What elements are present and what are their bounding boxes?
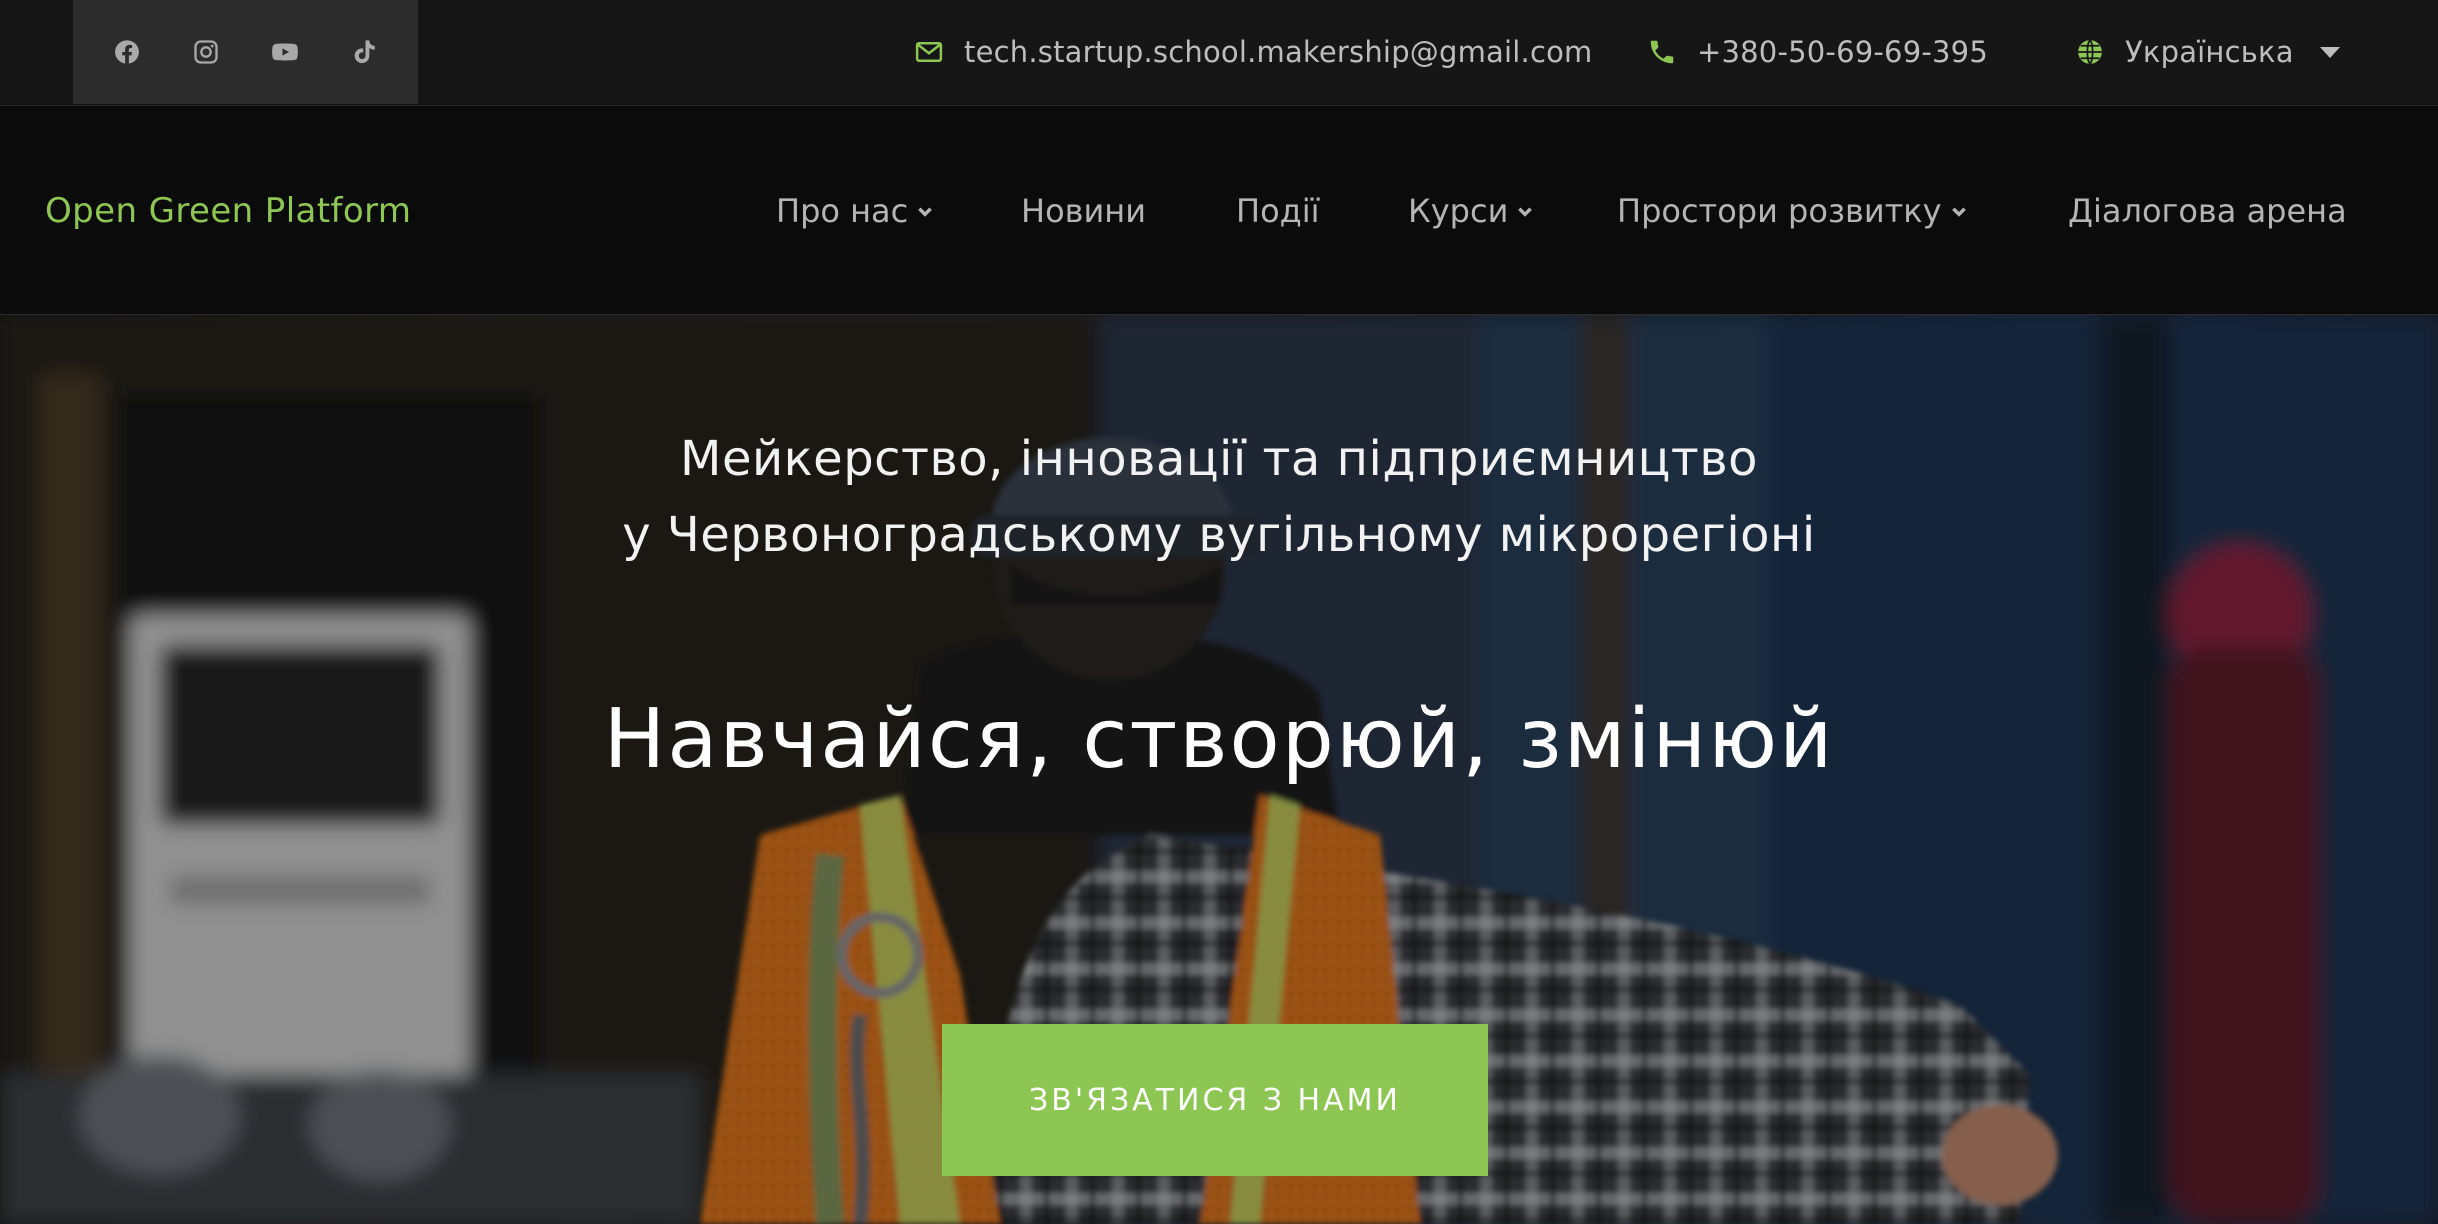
nav-item-about[interactable]: Про нас: [776, 106, 934, 315]
contact-email[interactable]: tech.startup.school.makership@gmail.com: [914, 0, 1593, 104]
chevron-down-icon: [918, 207, 933, 217]
contact-us-button[interactable]: ЗВ'ЯЗАТИСЯ З НАМИ: [942, 1024, 1488, 1176]
nav-item-label: Діалогова арена: [2068, 191, 2347, 230]
nav-item-label: Новини: [1021, 191, 1147, 230]
social-links: [73, 0, 418, 104]
page: tech.startup.school.makership@gmail.com …: [0, 0, 2438, 1224]
nav-item-label: Курси: [1408, 191, 1509, 230]
hero-subtitle-line-1: Мейкерство, інновації та підприємництво: [680, 431, 1758, 487]
chevron-down-icon: [1951, 207, 1966, 217]
hero-title: Навчайся, створюй, змінюй: [603, 692, 1835, 787]
nav-item-courses[interactable]: Курси: [1408, 106, 1534, 315]
contact-phone[interactable]: +380-50-69-69-395: [1647, 0, 1988, 104]
language-label: Українська: [2125, 35, 2294, 69]
language-selector[interactable]: Українська: [2075, 0, 2340, 104]
nav-item-development-spaces[interactable]: Простори розвитку: [1617, 106, 1968, 315]
site-logo[interactable]: Open Green Platform: [45, 106, 411, 315]
phone-text: +380-50-69-69-395: [1697, 35, 1988, 69]
envelope-icon: [915, 42, 943, 62]
hero-subtitle: Мейкерство, інновації та підприємництво …: [0, 421, 2438, 573]
phone-icon: [1650, 40, 1674, 64]
nav-item-events[interactable]: Події: [1236, 106, 1320, 315]
nav-item-label: Про нас: [776, 191, 909, 230]
nav-item-dialogue-arena[interactable]: Діалогова арена: [2068, 106, 2347, 315]
youtube-icon[interactable]: [268, 35, 302, 69]
hero-section: Мейкерство, інновації та підприємництво …: [0, 315, 2438, 1224]
nav-item-label: Простори розвитку: [1617, 191, 1942, 230]
nav-item-label: Події: [1236, 191, 1320, 230]
tiktok-icon[interactable]: [347, 35, 381, 69]
instagram-icon[interactable]: [189, 35, 223, 69]
top-bar: tech.startup.school.makership@gmail.com …: [0, 0, 2438, 106]
hero-subtitle-line-2: у Червоноградському вугільному мікрорегі…: [622, 507, 1816, 563]
chevron-down-icon: [1518, 207, 1533, 217]
caret-down-icon: [2319, 46, 2340, 58]
facebook-icon[interactable]: [110, 35, 144, 69]
main-navigation: Open Green Platform Про нас Новини Події…: [0, 106, 2438, 315]
email-text: tech.startup.school.makership@gmail.com: [964, 35, 1593, 69]
globe-icon: [2078, 39, 2102, 65]
nav-item-news[interactable]: Новини: [1021, 106, 1146, 315]
